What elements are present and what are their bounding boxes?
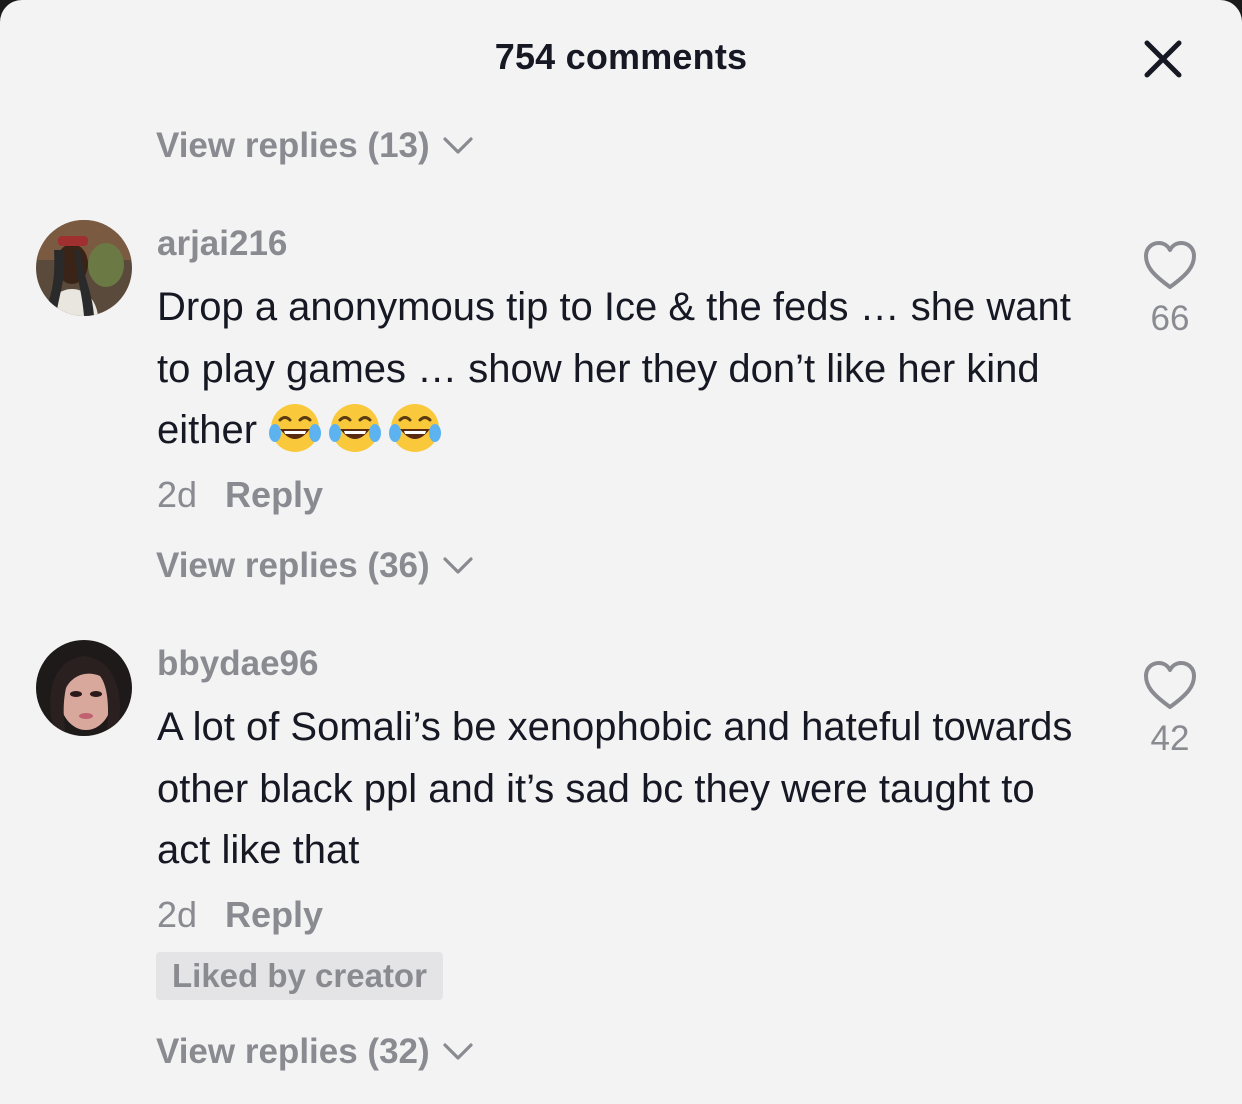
like-button[interactable]: 66 (1130, 240, 1210, 339)
comments-sheet: 754 comments View replies (13) arjai216 … (0, 0, 1242, 1104)
view-replies-button[interactable]: View replies (13) (156, 126, 474, 166)
emoji-group (268, 404, 448, 452)
comment-username[interactable]: bbydae96 (157, 644, 318, 684)
view-replies-label: View replies (36) (156, 546, 430, 585)
laughing-crying-emoji-icon (329, 404, 382, 452)
reply-button[interactable]: Reply (225, 894, 323, 936)
chevron-down-icon (443, 137, 473, 154)
avatar-image (36, 640, 132, 736)
like-count: 42 (1150, 719, 1190, 758)
comment-text: A lot of Somali’s be xenophobic and hate… (157, 705, 1073, 872)
comment-time: 2d (157, 894, 198, 935)
chevron-down-icon (443, 557, 473, 574)
view-replies-label: View replies (32) (156, 1032, 430, 1071)
view-replies-button[interactable]: View replies (36) (156, 546, 474, 586)
heart-icon (1144, 241, 1196, 289)
avatar-image (36, 220, 132, 316)
reply-button[interactable]: Reply (225, 474, 323, 516)
avatar[interactable] (36, 220, 132, 316)
comment-meta: 2d Reply (157, 894, 323, 936)
comment-time: 2d (157, 474, 198, 515)
comment-text: Drop a anonymous tip to Ice & the feds …… (157, 277, 1087, 462)
comments-count-title: 754 comments (494, 36, 748, 77)
view-replies-label: View replies (13) (156, 126, 430, 165)
liked-by-creator-badge: Liked by creator (156, 952, 443, 1000)
laughing-crying-emoji-icon (269, 404, 322, 452)
comment-meta: 2d Reply (157, 474, 323, 516)
close-icon (1144, 40, 1182, 78)
like-count: 66 (1150, 299, 1190, 338)
chevron-down-icon (443, 1043, 473, 1060)
close-button[interactable] (1140, 36, 1186, 82)
comment-username[interactable]: arjai216 (157, 224, 287, 264)
view-replies-button[interactable]: View replies (32) (156, 1032, 474, 1072)
like-button[interactable]: 42 (1130, 660, 1210, 759)
laughing-crying-emoji-icon (389, 404, 442, 452)
avatar[interactable] (36, 640, 132, 736)
heart-icon (1144, 661, 1196, 709)
